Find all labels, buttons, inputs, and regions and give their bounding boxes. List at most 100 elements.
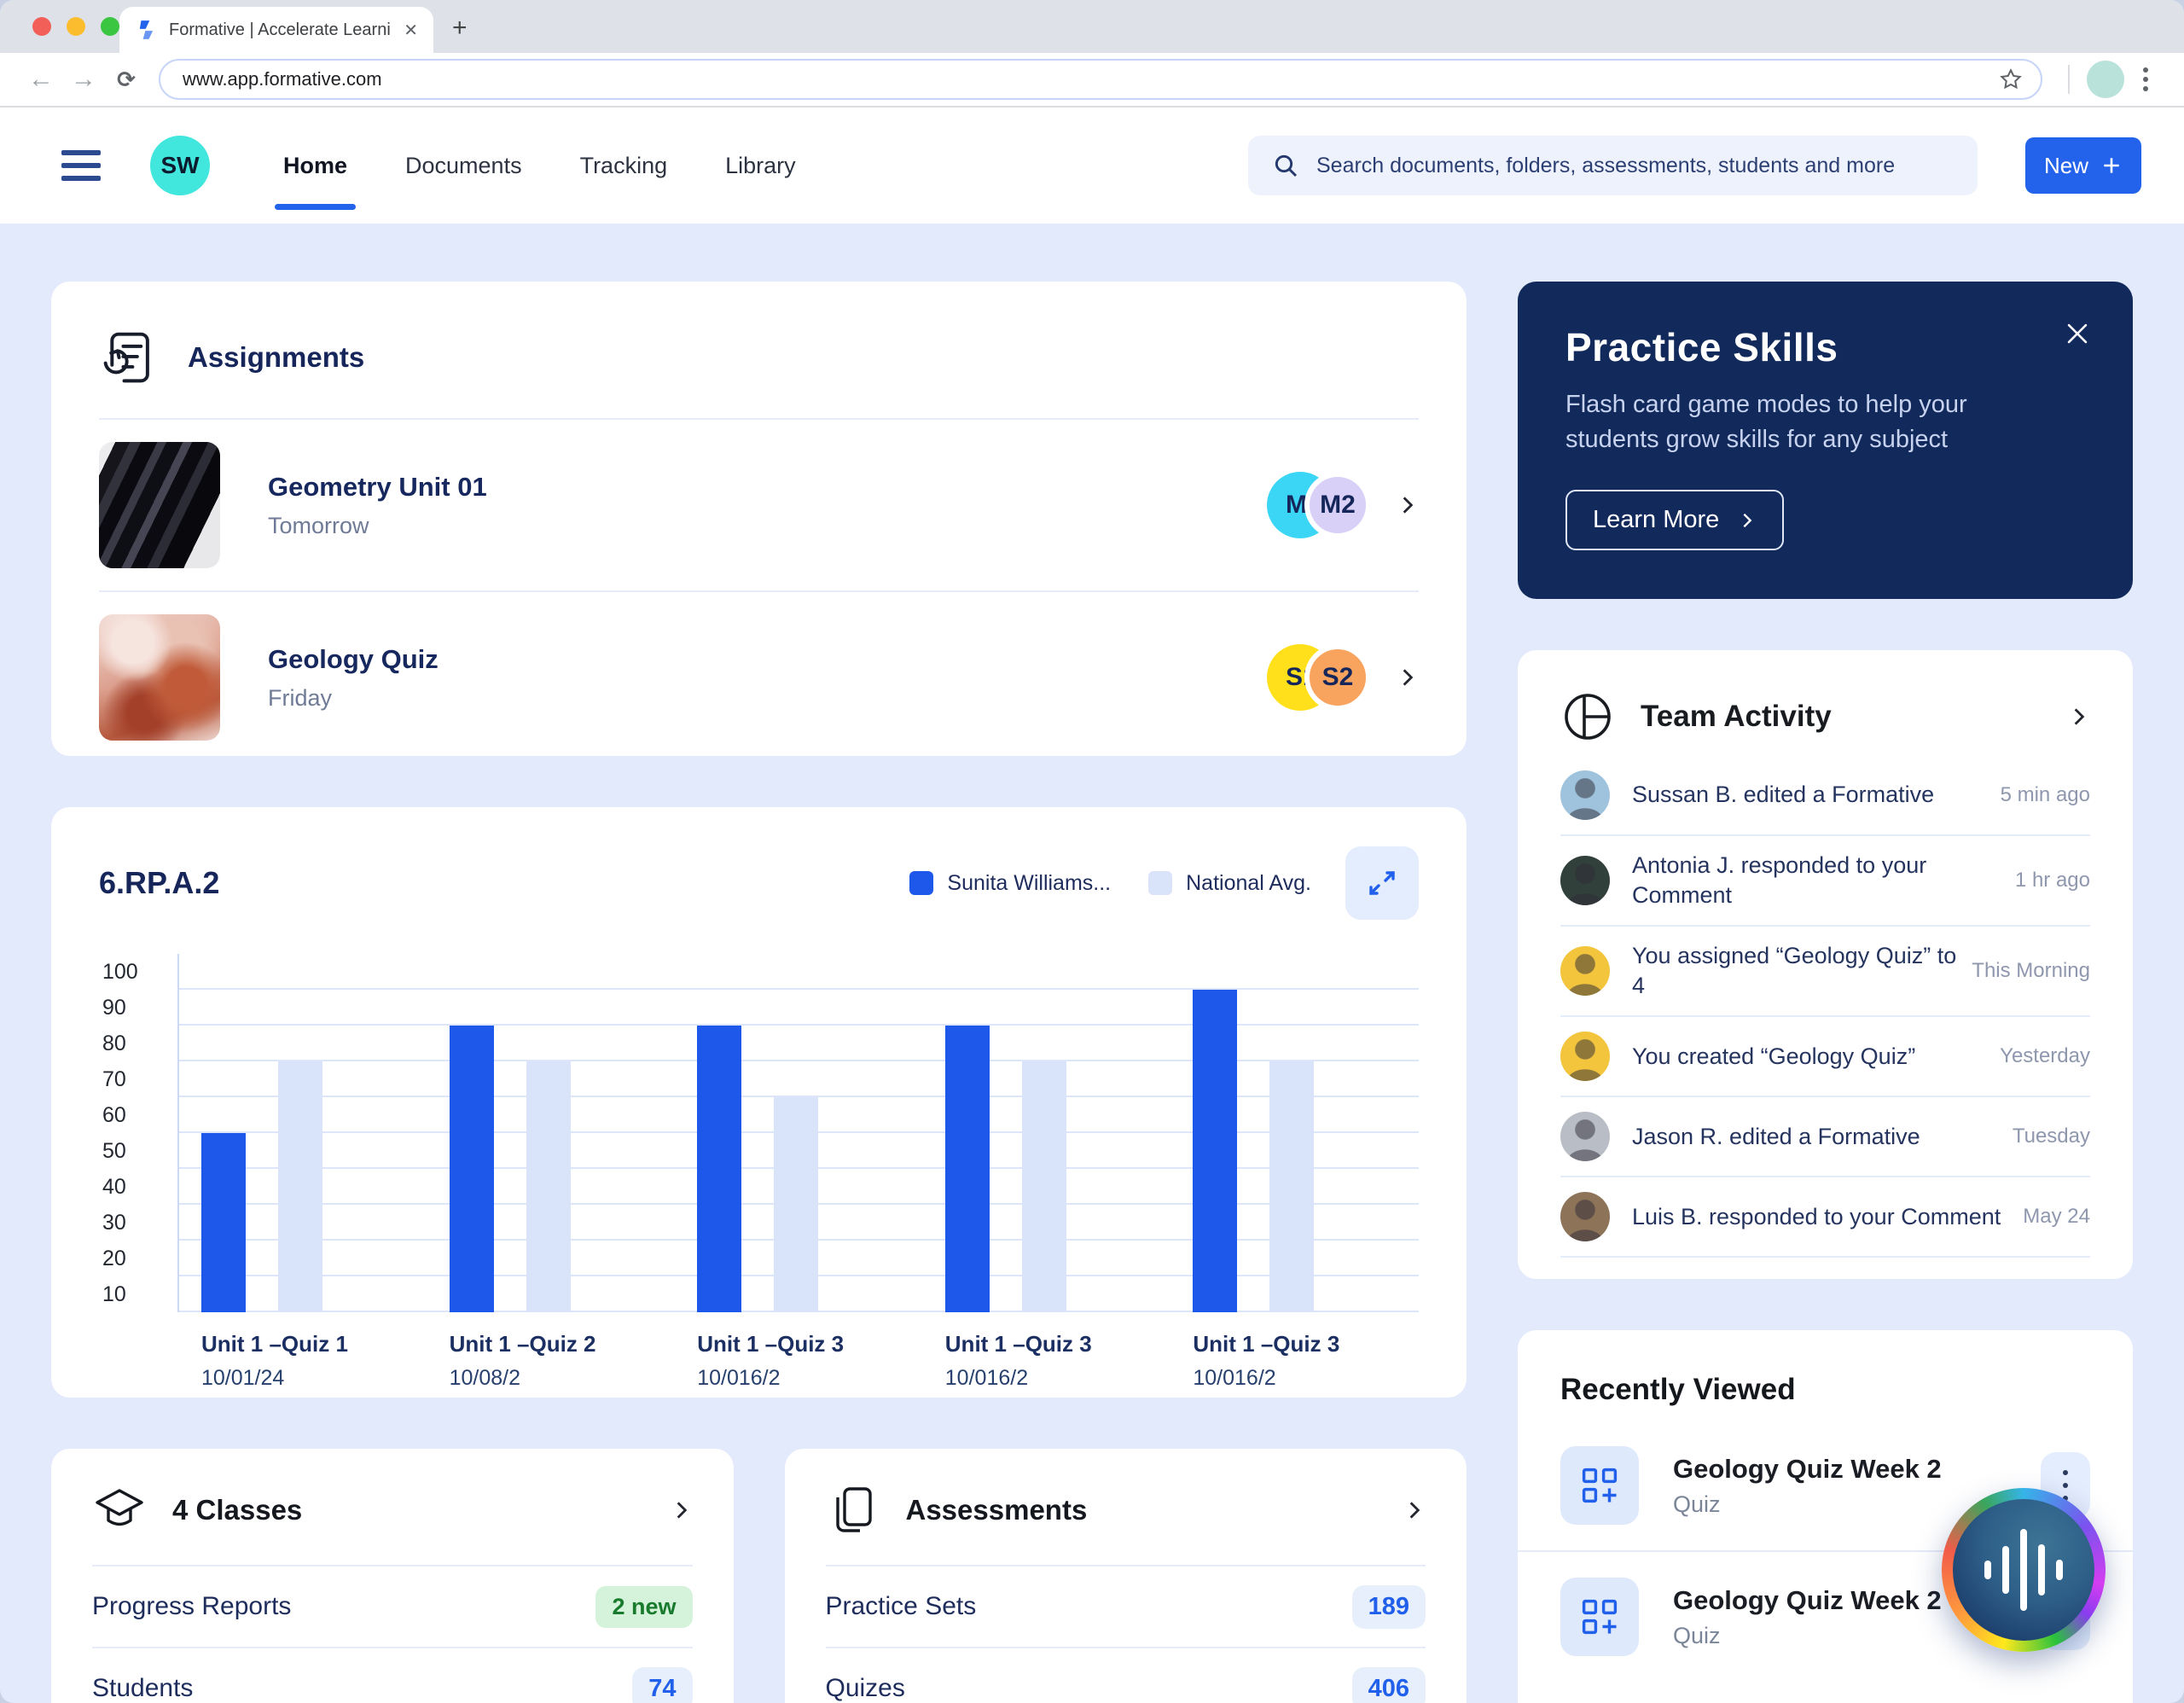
x-date-label: 10/016/2 xyxy=(1193,1366,1419,1391)
bar-group xyxy=(427,954,676,1312)
class-badges: S1 S2 xyxy=(1267,644,1371,711)
chevron-right-icon[interactable] xyxy=(1397,666,1419,689)
bar-group xyxy=(1170,954,1419,1312)
team-activity-card: Team Activity Sussan B. edited a Formati… xyxy=(1518,650,2133,1279)
expand-chart-button[interactable] xyxy=(1345,846,1419,920)
close-icon[interactable] xyxy=(2063,319,2092,348)
browser-menu-icon[interactable] xyxy=(2129,67,2162,91)
bar-group xyxy=(923,954,1171,1312)
activity-timestamp: Yesterday xyxy=(2000,1044,2090,1068)
chevron-right-icon[interactable] xyxy=(2068,706,2090,728)
x-date-label: 10/016/2 xyxy=(945,1366,1171,1391)
user-avatar[interactable]: SW xyxy=(150,136,210,195)
nav-item-library[interactable]: Library xyxy=(725,141,796,191)
hamburger-menu-icon[interactable] xyxy=(61,150,101,181)
x-axis-category: Unit 1 –Quiz 1 10/01/24 xyxy=(179,1331,427,1391)
activity-item[interactable]: Jason R. edited a Formative Tuesday xyxy=(1560,1097,2090,1177)
forward-icon[interactable]: → xyxy=(65,65,102,94)
y-tick-label: 70 xyxy=(102,1067,126,1092)
grid-plus-icon xyxy=(1580,1466,1619,1505)
nav-item-tracking[interactable]: Tracking xyxy=(580,141,668,191)
grid-plus-icon xyxy=(1580,1597,1619,1636)
activity-item[interactable]: Luis B. responded to your Comment May 24 xyxy=(1560,1177,2090,1258)
window-controls[interactable] xyxy=(32,17,119,36)
x-category-label: Unit 1 –Quiz 3 xyxy=(945,1331,1171,1357)
team-activity-header: Team Activity xyxy=(1560,684,2090,756)
activity-item[interactable]: You assigned “Geology Quiz” to 4 This Mo… xyxy=(1560,927,2090,1017)
chevron-right-icon xyxy=(1738,511,1757,530)
avatar xyxy=(1560,946,1610,996)
assessments-card: Assessments Practice Sets 189 Quizes 406 xyxy=(785,1449,1467,1703)
formative-favicon xyxy=(136,20,157,40)
assignments-card: Assignments Geometry Unit 01 Tomorrow M1… xyxy=(51,282,1467,756)
x-category-label: Unit 1 –Quiz 1 xyxy=(201,1331,427,1357)
legend-swatch-national xyxy=(1148,871,1172,895)
chart-legend: Sunita Williams... National Avg. xyxy=(909,871,1311,896)
nav-item-documents[interactable]: Documents xyxy=(405,141,522,191)
close-window-button[interactable] xyxy=(32,17,51,36)
activity-item[interactable]: Sussan B. edited a Formative 5 min ago xyxy=(1560,756,2090,836)
search-input[interactable]: Search documents, folders, assessments, … xyxy=(1248,136,1978,195)
chart-x-axis: Unit 1 –Quiz 1 10/01/24 Unit 1 –Quiz 2 10/0… xyxy=(179,1312,1419,1391)
bar-national-avg xyxy=(1022,1061,1066,1312)
class-badge: M2 xyxy=(1304,472,1371,538)
assignment-title: Geometry Unit 01 xyxy=(268,472,1267,503)
class-badge: S2 xyxy=(1304,644,1371,711)
x-date-label: 10/08/2 xyxy=(450,1366,676,1391)
x-axis-category: Unit 1 –Quiz 310/016/2 xyxy=(675,1331,923,1391)
app-header: SW Home Documents Tracking Library Searc… xyxy=(0,108,2184,224)
x-date-label: 10/01/24 xyxy=(201,1366,427,1391)
assignment-title: Geology Quiz xyxy=(268,644,1267,675)
assignment-thumbnail xyxy=(99,442,220,568)
search-placeholder: Search documents, folders, assessments, … xyxy=(1316,154,1895,178)
activity-timestamp: This Morning xyxy=(1972,959,2090,983)
chevron-right-icon[interactable] xyxy=(1397,494,1419,516)
bar-national-avg xyxy=(1269,1061,1314,1312)
browser-tab-bar: Formative | Accelerate Learning ✕ + xyxy=(0,0,2184,53)
bar-national-avg xyxy=(774,1097,818,1312)
count-badge: 189 xyxy=(1352,1585,1426,1629)
voice-assistant-button[interactable] xyxy=(1942,1488,2106,1652)
x-category-label: Unit 1 –Quiz 2 xyxy=(450,1331,676,1357)
zoom-window-button[interactable] xyxy=(101,17,119,36)
new-button[interactable]: New xyxy=(2025,137,2141,194)
tab-close-icon[interactable]: ✕ xyxy=(404,20,418,41)
assignment-thumbnail xyxy=(99,614,220,741)
chevron-right-icon[interactable] xyxy=(1403,1499,1426,1521)
progress-reports-row[interactable]: Progress Reports 2 new xyxy=(92,1566,693,1648)
avatar xyxy=(1560,1192,1610,1241)
students-row[interactable]: Students 74 xyxy=(92,1648,693,1703)
assignment-due-date: Friday xyxy=(268,685,1267,712)
activity-item[interactable]: You created “Geology Quiz” Yesterday xyxy=(1560,1017,2090,1097)
learn-more-button[interactable]: Learn More xyxy=(1565,490,1784,550)
tab-title: Formative | Accelerate Learning xyxy=(169,20,392,40)
new-count-badge: 2 new xyxy=(595,1586,692,1628)
address-bar[interactable]: www.app.formative.com xyxy=(159,59,2042,100)
browser-tab[interactable]: Formative | Accelerate Learning ✕ xyxy=(119,7,433,53)
chart-plot-area xyxy=(177,954,1419,1312)
y-tick-label: 90 xyxy=(102,996,126,1020)
bookmark-star-icon[interactable] xyxy=(1998,67,2024,92)
assignment-row[interactable]: Geology Quiz Friday S1 S2 xyxy=(99,592,1419,763)
waveform-icon xyxy=(1953,1499,2094,1641)
y-tick-label: 50 xyxy=(102,1139,126,1164)
minimize-window-button[interactable] xyxy=(67,17,85,36)
back-icon[interactable]: ← xyxy=(22,65,60,94)
y-tick-label: 80 xyxy=(102,1032,126,1056)
browser-profile-avatar[interactable] xyxy=(2087,61,2124,98)
assignment-row[interactable]: Geometry Unit 01 Tomorrow M1 M2 xyxy=(99,420,1419,592)
quiz-type-icon-tile xyxy=(1560,1446,1639,1525)
quizes-row[interactable]: Quizes 406 xyxy=(826,1648,1426,1703)
avatar xyxy=(1560,856,1610,905)
y-tick-label: 40 xyxy=(102,1175,126,1200)
browser-window: Formative | Accelerate Learning ✕ + ← → … xyxy=(0,0,2184,1703)
activity-item[interactable]: Antonia J. responded to your Comment 1 h… xyxy=(1560,836,2090,927)
chevron-right-icon[interactable] xyxy=(671,1499,693,1521)
class-badges: M1 M2 xyxy=(1267,472,1371,538)
x-category-label: Unit 1 –Quiz 3 xyxy=(1193,1331,1419,1357)
reload-icon[interactable]: ⟳ xyxy=(107,67,145,93)
plus-icon xyxy=(2100,154,2123,177)
new-tab-button[interactable]: + xyxy=(452,15,468,41)
nav-item-home[interactable]: Home xyxy=(283,141,347,191)
practice-sets-row[interactable]: Practice Sets 189 xyxy=(826,1566,1426,1648)
